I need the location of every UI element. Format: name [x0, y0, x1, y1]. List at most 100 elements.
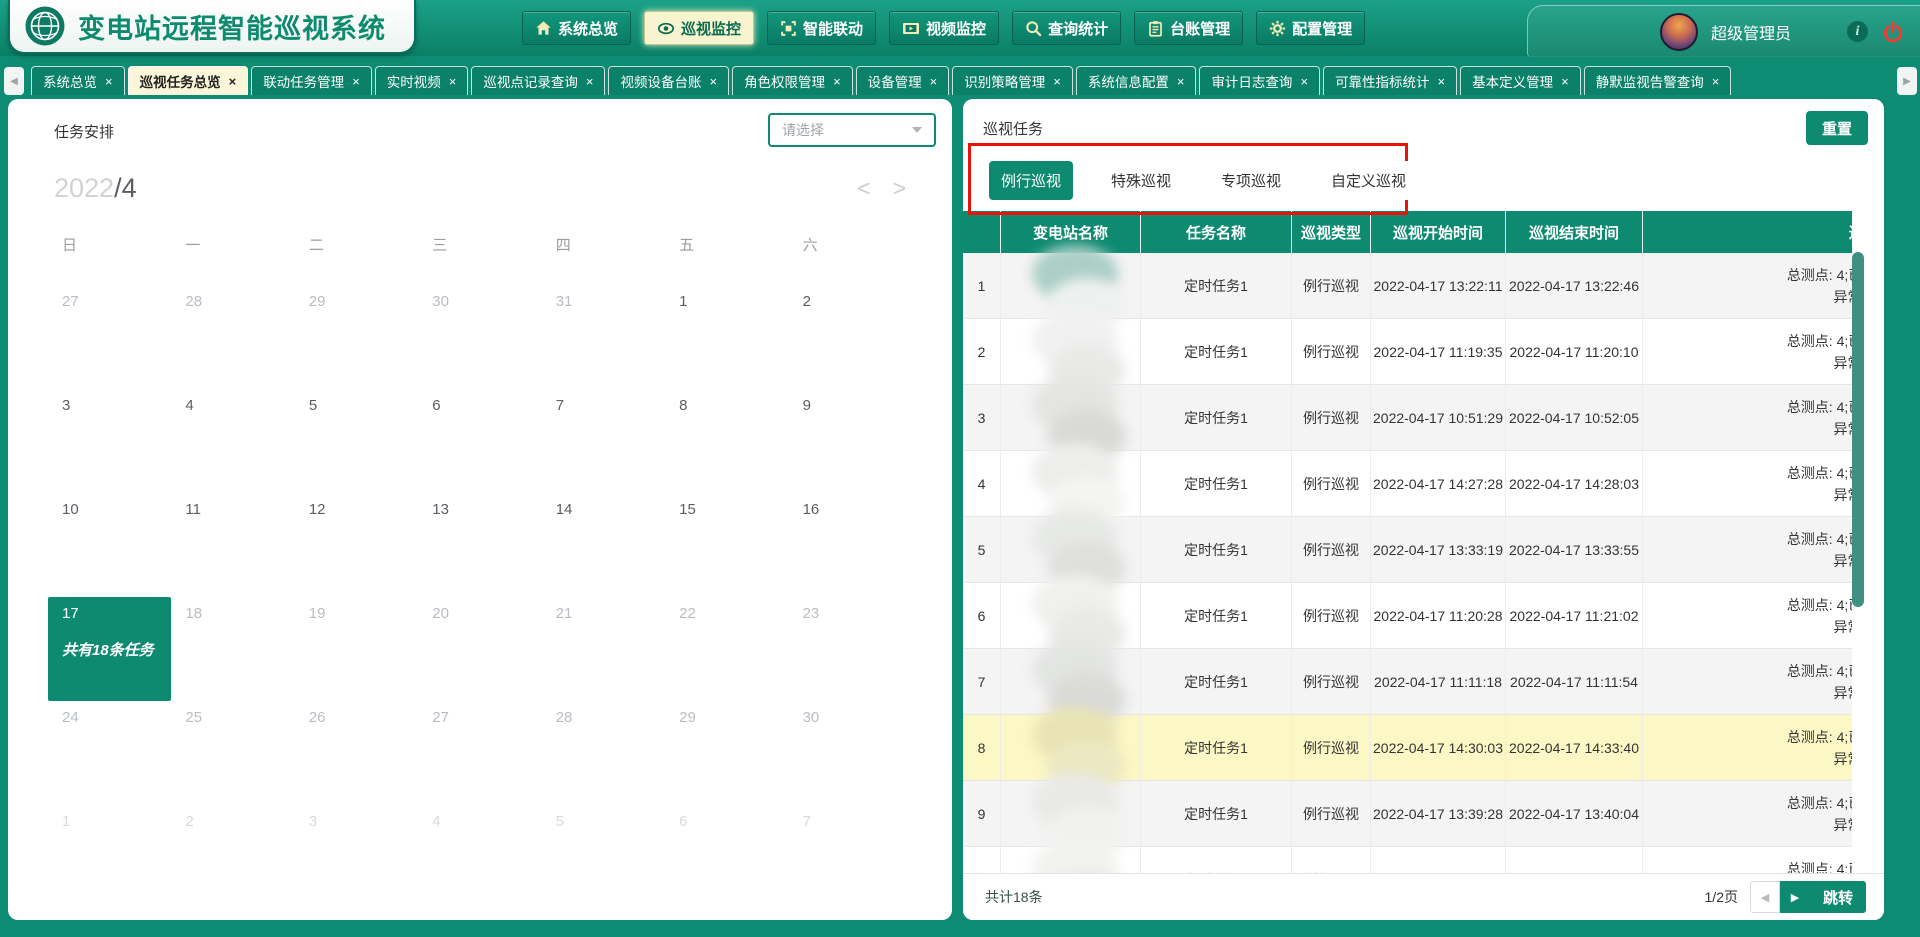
table-row[interactable]: 2 定时任务1例行巡视2022-04-17 11:19:352022-04-17… — [963, 319, 1852, 385]
calendar-day[interactable]: 1 — [665, 285, 788, 389]
nav-button-video-monitor[interactable]: 视频监控 — [889, 11, 999, 45]
type-tab-custom[interactable]: 自定义巡视 — [1319, 161, 1418, 200]
table-row[interactable]: 1 定时任务1例行巡视2022-04-17 13:22:112022-04-17… — [963, 253, 1852, 319]
tab-device-mgmt[interactable]: 设备管理× — [856, 66, 950, 95]
calendar-day[interactable]: 27 — [48, 285, 171, 389]
tab-close-icon[interactable]: × — [1177, 75, 1185, 88]
calendar-day[interactable]: 4 — [171, 389, 294, 493]
nav-button-inspection-monitor[interactable]: 巡视监控 — [644, 11, 754, 45]
jump-button[interactable]: 跳转 — [1810, 881, 1866, 913]
tab-inspection-task-overview[interactable]: 巡视任务总览× — [128, 66, 249, 95]
tab-reliability-stats[interactable]: 可靠性指标统计× — [1323, 66, 1457, 95]
calendar-day[interactable]: 9 — [789, 389, 912, 493]
calendar-day[interactable]: 31 — [542, 285, 665, 389]
table-row[interactable]: 4 定时任务1例行巡视2022-04-17 14:27:282022-04-17… — [963, 451, 1852, 517]
calendar-day[interactable]: 23 — [789, 597, 912, 701]
type-tab-routine[interactable]: 例行巡视 — [989, 161, 1073, 200]
info-icon[interactable]: i — [1847, 21, 1868, 42]
nav-button-system-overview[interactable]: 系统总览 — [522, 11, 631, 45]
calendar-day[interactable]: 11 — [171, 493, 294, 597]
tab-close-icon[interactable]: × — [229, 75, 237, 88]
tabs-scroll-left-icon[interactable]: ◀ — [4, 67, 24, 95]
calendar-day[interactable]: 18 — [171, 597, 294, 701]
calendar-day[interactable]: 29 — [295, 285, 418, 389]
calendar-day[interactable]: 12 — [295, 493, 418, 597]
calendar-day[interactable]: 4 — [418, 805, 541, 909]
calendar-day[interactable]: 30 — [789, 701, 912, 805]
nav-button-query-statistics[interactable]: 查询统计 — [1012, 11, 1121, 45]
tab-basic-definition-mgmt[interactable]: 基本定义管理× — [1460, 66, 1581, 95]
calendar-next-icon[interactable]: > — [893, 177, 906, 200]
tab-inspection-record-query[interactable]: 巡视点记录查询× — [471, 66, 605, 95]
avatar[interactable] — [1660, 13, 1698, 51]
tab-silent-alarm-query[interactable]: 静默监视告警查询× — [1584, 66, 1732, 95]
tab-close-icon[interactable]: × — [1300, 75, 1308, 88]
calendar-day-selected[interactable]: 17共有18条任务 — [48, 597, 171, 701]
tab-role-permission-mgmt[interactable]: 角色权限管理× — [732, 66, 853, 95]
tab-close-icon[interactable]: × — [1712, 75, 1720, 88]
calendar-day[interactable]: 28 — [542, 701, 665, 805]
table-row[interactable]: 3 定时任务1例行巡视2022-04-17 10:51:292022-04-17… — [963, 385, 1852, 451]
reset-button[interactable]: 重置 — [1806, 111, 1868, 145]
tab-close-icon[interactable]: × — [586, 75, 594, 88]
calendar-day[interactable]: 1 — [48, 805, 171, 909]
tab-system-overview[interactable]: 系统总览× — [31, 66, 125, 95]
calendar-day[interactable]: 5 — [295, 389, 418, 493]
calendar-day[interactable]: 14 — [542, 493, 665, 597]
table-row[interactable]: 8 定时任务1例行巡视2022-04-17 14:30:032022-04-17… — [963, 715, 1852, 781]
calendar-day[interactable]: 21 — [542, 597, 665, 701]
table-scrollbar[interactable] — [1852, 252, 1864, 607]
tab-close-icon[interactable]: × — [709, 75, 717, 88]
calendar-day[interactable]: 2 — [171, 805, 294, 909]
tabs-scroll-right-icon[interactable]: ▶ — [1897, 67, 1917, 95]
tab-close-icon[interactable]: × — [930, 75, 938, 88]
tab-video-device-ledger[interactable]: 视频设备台账× — [608, 66, 729, 95]
table-row[interactable]: 7 定时任务1例行巡视2022-04-17 11:11:182022-04-17… — [963, 649, 1852, 715]
logout-power-icon[interactable] — [1882, 21, 1904, 43]
calendar-day[interactable]: 5 — [542, 805, 665, 909]
calendar-day[interactable]: 24 — [48, 701, 171, 805]
calendar-day[interactable]: 10 — [48, 493, 171, 597]
calendar-day[interactable]: 6 — [418, 389, 541, 493]
tab-close-icon[interactable]: × — [1053, 75, 1061, 88]
calendar-day[interactable]: 15 — [665, 493, 788, 597]
type-tab-special[interactable]: 特殊巡视 — [1099, 161, 1183, 200]
calendar-day[interactable]: 3 — [295, 805, 418, 909]
calendar-day[interactable]: 30 — [418, 285, 541, 389]
calendar-prev-icon[interactable]: < — [857, 177, 870, 200]
tab-close-icon[interactable]: × — [833, 75, 841, 88]
tab-realtime-video[interactable]: 实时视频× — [375, 66, 469, 95]
tab-linkage-task-mgmt[interactable]: 联动任务管理× — [251, 66, 372, 95]
table-row[interactable]: 5 定时任务1例行巡视2022-04-17 13:33:192022-04-17… — [963, 517, 1852, 583]
calendar-day[interactable]: 28 — [171, 285, 294, 389]
tab-close-icon[interactable]: × — [352, 75, 360, 88]
tab-close-icon[interactable]: × — [1561, 75, 1569, 88]
nav-button-smart-linkage[interactable]: 智能联动 — [767, 11, 876, 45]
calendar-day[interactable]: 2 — [789, 285, 912, 389]
nav-button-config-management[interactable]: 配置管理 — [1256, 11, 1365, 45]
calendar-day[interactable]: 3 — [48, 389, 171, 493]
calendar-day[interactable]: 20 — [418, 597, 541, 701]
table-row[interactable]: 6 定时任务1例行巡视2022-04-17 11:20:282022-04-17… — [963, 583, 1852, 649]
calendar-day[interactable]: 22 — [665, 597, 788, 701]
tab-audit-log-query[interactable]: 审计日志查询× — [1199, 66, 1320, 95]
prev-page-icon[interactable]: ◀ — [1750, 881, 1780, 913]
calendar-day[interactable]: 13 — [418, 493, 541, 597]
tab-close-icon[interactable]: × — [105, 75, 113, 88]
tab-close-icon[interactable]: × — [449, 75, 457, 88]
tab-recognition-strategy[interactable]: 识别策略管理× — [952, 66, 1073, 95]
calendar-day[interactable]: 7 — [789, 805, 912, 909]
calendar-day[interactable]: 7 — [542, 389, 665, 493]
tab-system-info-config[interactable]: 系统信息配置× — [1076, 66, 1197, 95]
calendar-day[interactable]: 8 — [665, 389, 788, 493]
calendar-day[interactable]: 16 — [789, 493, 912, 597]
calendar-day[interactable]: 26 — [295, 701, 418, 805]
nav-button-ledger-management[interactable]: 台账管理 — [1134, 11, 1243, 45]
type-tab-dedicated[interactable]: 专项巡视 — [1209, 161, 1293, 200]
calendar-day[interactable]: 27 — [418, 701, 541, 805]
calendar-day[interactable]: 29 — [665, 701, 788, 805]
calendar-day[interactable]: 25 — [171, 701, 294, 805]
calendar-day[interactable]: 19 — [295, 597, 418, 701]
calendar-day[interactable]: 6 — [665, 805, 788, 909]
substation-select[interactable]: 请选择 — [768, 113, 936, 147]
